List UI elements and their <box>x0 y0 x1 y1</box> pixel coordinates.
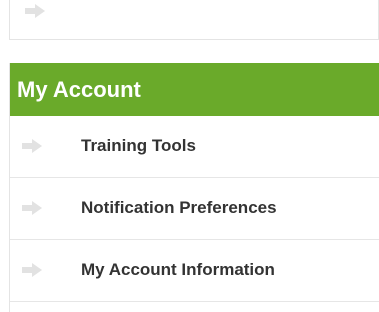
menu-item-label: Notification Preferences <box>81 198 277 217</box>
menu-item-label: Training Tools <box>81 136 196 155</box>
previous-menu-item[interactable] <box>10 0 378 39</box>
menu-item-training-tools[interactable]: Training Tools <box>10 116 379 178</box>
panel-title: My Account <box>17 76 141 102</box>
arrow-right-icon <box>24 3 46 19</box>
previous-menu-card <box>9 0 379 40</box>
my-account-panel: My Account Training Tools Notification P… <box>9 63 379 312</box>
menu-item-label: My Account Information <box>81 260 275 279</box>
arrow-right-icon <box>21 262 43 278</box>
menu-item-notification-preferences[interactable]: Notification Preferences <box>10 178 379 240</box>
my-account-header: My Account <box>10 63 379 116</box>
arrow-right-icon <box>21 138 43 154</box>
menu-item-my-account-information[interactable]: My Account Information <box>10 240 379 302</box>
account-menu: Training Tools Notification Preferences … <box>10 116 379 302</box>
arrow-right-icon <box>21 200 43 216</box>
